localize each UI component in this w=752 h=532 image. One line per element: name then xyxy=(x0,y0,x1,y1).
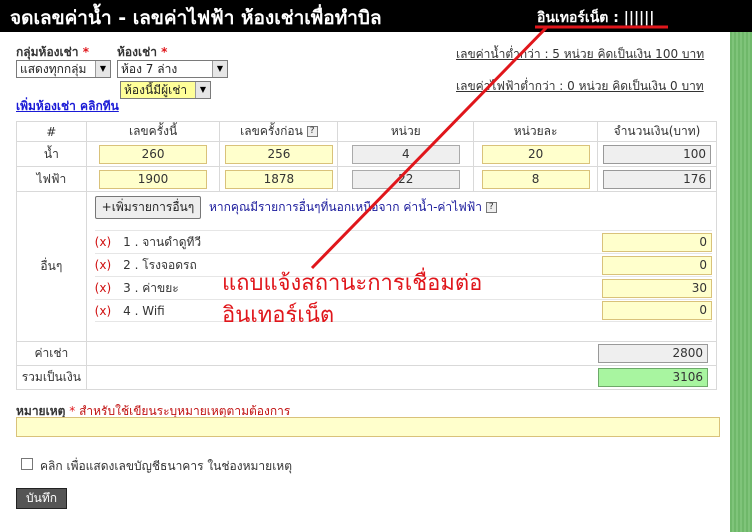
water-previous-input[interactable]: 256 xyxy=(224,144,333,164)
remove-item-button[interactable]: (x) xyxy=(95,281,111,295)
rent-amount-value: 2800 xyxy=(598,344,708,363)
water-rate-cell: 20 xyxy=(473,141,599,167)
water-current-input[interactable]: 260 xyxy=(99,144,208,164)
meter-table: # เลขครั้งนี้ เลขครั้งก่อน ? หน่วย หน่วย… xyxy=(16,121,718,390)
electric-previous-input[interactable]: 1878 xyxy=(224,169,333,189)
table-row-total: รวมเป็นเงิน 3106 xyxy=(16,365,718,390)
table-header-row: # เลขครั้งนี้ เลขครั้งก่อน ? หน่วย หน่วย… xyxy=(16,121,717,142)
row-label: รวมเป็นเงิน xyxy=(16,365,87,390)
electric-current-cell: 1900 xyxy=(85,166,221,192)
table-row-rent: ค่าเช่า 2800 xyxy=(16,341,718,366)
annotation-text: แถบแจ้งสถานะการเชื่อมต่อ อินเทอร์เน็ต xyxy=(222,271,483,328)
other-items-hint: หากคุณมีรายการอื่นๆที่นอกเหนือจาก ค่าน้ำ… xyxy=(209,200,482,214)
row-label: ค่าเช่า xyxy=(16,341,87,366)
note-hint: สำหรับใช้เขียนระบุหมายเหตุตามต้องการ xyxy=(79,404,291,418)
item-amount-input[interactable]: 0 xyxy=(602,255,712,275)
column-header: หน่วย xyxy=(337,121,475,142)
electric-units-value: 22 xyxy=(351,169,460,189)
water-amount-cell: 100 xyxy=(597,141,717,167)
total-amount-value: 3106 xyxy=(598,368,708,387)
help-icon[interactable]: ? xyxy=(485,202,497,213)
electric-current-input[interactable]: 1900 xyxy=(99,169,208,189)
remove-item-button[interactable]: (x) xyxy=(95,304,111,318)
internet-status: อินเทอร์เน็ต : |||||| xyxy=(537,10,655,26)
column-header: หน่วยละ xyxy=(473,121,599,142)
remove-item-button[interactable]: (x) xyxy=(95,235,111,249)
remove-item-button[interactable]: (x) xyxy=(95,258,111,272)
room-select[interactable]: ห้อง 7 ล่าง ▼ xyxy=(117,60,228,78)
electric-rule-text: เลขค่าไฟฟ้าต่ำกว่า : 0 หน่วย คิดเป็นเงิน… xyxy=(456,79,704,93)
water-current-cell: 260 xyxy=(85,141,221,167)
item-amount-input[interactable]: 0 xyxy=(602,232,712,252)
rent-amount-cell: 2800 xyxy=(85,341,718,366)
required-mark: * xyxy=(69,404,76,418)
row-label: อื่นๆ xyxy=(16,191,87,342)
water-units-value: 4 xyxy=(351,144,460,164)
column-header: เลขครั้งก่อน ? xyxy=(219,121,339,142)
electric-units-cell: 22 xyxy=(337,166,475,192)
group-select[interactable]: แสดงทุกกลุ่ม ▼ xyxy=(16,60,111,78)
chevron-down-icon: ▼ xyxy=(195,82,210,98)
row-label: ไฟฟ้า xyxy=(16,166,87,192)
occupancy-select[interactable]: ห้องนี้มีผู้เช่า ▼ xyxy=(120,81,211,99)
column-header: # xyxy=(16,121,87,142)
item-amount-input[interactable]: 30 xyxy=(602,278,712,298)
required-mark: * xyxy=(82,45,89,59)
table-row-water: น้ำ 260 256 4 20 100 xyxy=(16,141,717,167)
chevron-down-icon: ▼ xyxy=(212,61,227,77)
title-bar: จดเลขค่าน้ำ - เลขค่าไฟฟ้า ห้องเช่าเพื่อท… xyxy=(0,0,752,32)
item-amount-input[interactable]: 0 xyxy=(602,301,712,320)
table-row-electric: ไฟฟ้า 1900 1878 22 8 176 xyxy=(16,166,717,192)
item-name: 1 . จานดำดูทีวี xyxy=(123,234,202,249)
bank-checkbox-label[interactable]: คลิก เพื่อแสดงเลขบัญชีธนาคาร ในช่องหมายเ… xyxy=(40,457,292,476)
chevron-down-icon: ▼ xyxy=(95,61,110,77)
column-header: เลขครั้งนี้ xyxy=(85,121,221,142)
list-item: (x) 1 . จานดำดูทีวี 0 xyxy=(94,230,712,253)
add-room-link[interactable]: เพิ่มห้องเช่า คลิกทีน xyxy=(16,97,119,116)
electric-previous-cell: 1878 xyxy=(219,166,339,192)
electric-amount-value: 176 xyxy=(603,169,712,189)
water-units-cell: 4 xyxy=(337,141,475,167)
add-other-item-button[interactable]: +เพิ่มรายการอื่นๆ xyxy=(94,196,202,219)
bank-account-checkbox[interactable] xyxy=(21,458,33,470)
other-toolbar: +เพิ่มรายการอื่นๆ หากคุณมีรายการอื่นๆที่… xyxy=(94,196,712,219)
row-label: น้ำ xyxy=(16,141,87,167)
electric-amount-cell: 176 xyxy=(597,166,717,192)
electric-rate-cell: 8 xyxy=(473,166,599,192)
note-input[interactable] xyxy=(16,417,720,437)
electric-rate-input[interactable]: 8 xyxy=(481,169,590,189)
water-rate-input[interactable]: 20 xyxy=(481,144,590,164)
water-rule-text: เลขค่าน้ำต่ำกว่า : 5 หน่วย คิดเป็นเงิน 1… xyxy=(456,47,705,61)
required-mark: * xyxy=(161,45,168,59)
note-label: หมายเหตุ xyxy=(16,404,66,418)
water-previous-cell: 256 xyxy=(219,141,339,167)
page-title: จดเลขค่าน้ำ - เลขค่าไฟฟ้า ห้องเช่าเพื่อท… xyxy=(10,7,382,29)
total-amount-cell: 3106 xyxy=(85,365,718,390)
column-header: จำนวนเงิน(บาท) xyxy=(597,121,717,142)
help-icon[interactable]: ? xyxy=(306,126,318,137)
save-button[interactable]: บันทึก xyxy=(16,488,67,509)
water-amount-value: 100 xyxy=(603,144,712,164)
